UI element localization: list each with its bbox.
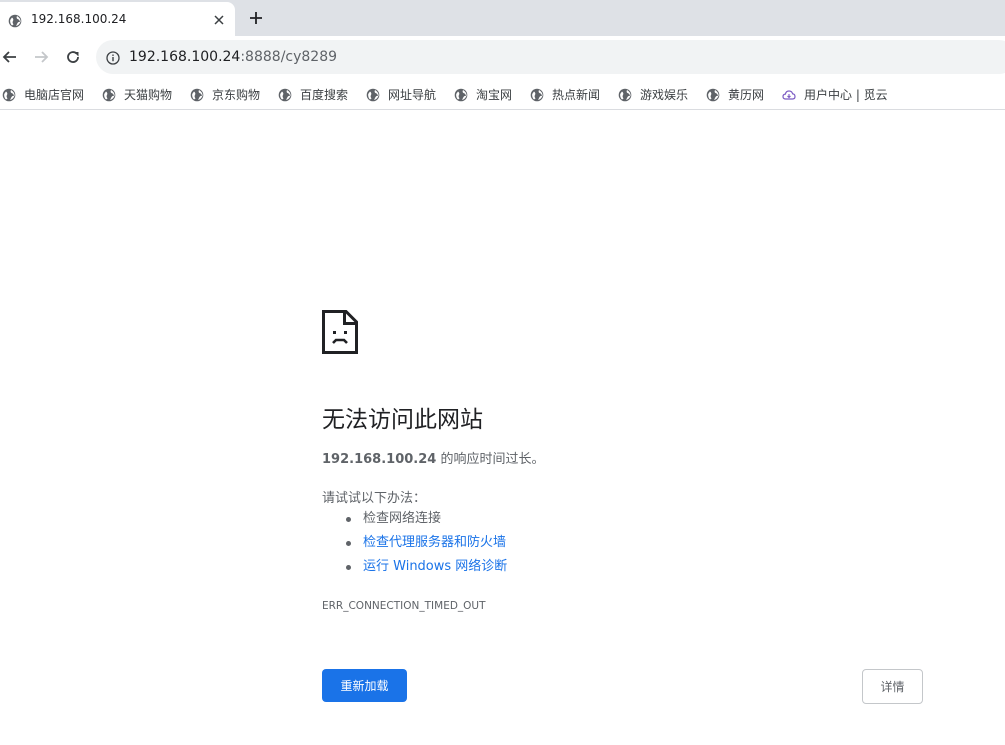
bookmark-label: 天猫购物 — [124, 87, 173, 102]
reload-icon[interactable] — [64, 48, 82, 66]
tab-strip: 192.168.100.24 — [0, 0, 1005, 36]
bookmark-item[interactable]: 京东购物 — [190, 85, 260, 103]
url-text: 192.168.100.24:8888/cy8289 — [129, 49, 337, 65]
globe-icon — [8, 13, 22, 32]
site-info-icon[interactable] — [106, 50, 120, 69]
suggestion-run-diagnostics-link[interactable]: 运行 Windows 网络诊断 — [342, 558, 507, 582]
bookmark-label: 淘宝网 — [476, 87, 513, 102]
close-tab-icon[interactable] — [212, 12, 226, 26]
bookmark-label: 游戏娱乐 — [640, 87, 689, 102]
bookmark-item[interactable]: 淘宝网 — [454, 85, 512, 103]
bookmark-label: 黄历网 — [728, 87, 765, 102]
bookmark-label: 热点新闻 — [552, 87, 601, 102]
url-host: 192.168.100.24 — [129, 49, 241, 65]
bookmark-label: 用户中心 | 觅云 — [804, 87, 888, 102]
back-icon[interactable] — [1, 48, 19, 66]
suggestions-intro: 请试试以下办法： — [322, 491, 427, 506]
bookmark-item[interactable]: 游戏娱乐 — [618, 85, 688, 103]
address-bar[interactable]: 192.168.100.24:8888/cy8289 — [96, 40, 1005, 74]
bookmark-item[interactable]: 热点新闻 — [530, 85, 600, 103]
toolbar: 192.168.100.24:8888/cy8289 — [0, 36, 1005, 78]
error-host: 192.168.100.24 — [322, 452, 437, 467]
globe-icon — [102, 87, 116, 102]
error-description: 192.168.100.24 的响应时间过长。 — [322, 448, 544, 467]
tab-active[interactable]: 192.168.100.24 — [0, 2, 235, 36]
bookmarks-bar: 电脑店官网 天猫购物 京东购物 百度搜索 网址导航 淘宝网 热点新闻 游戏娱乐 … — [0, 78, 1005, 110]
tab-title: 192.168.100.24 — [31, 12, 127, 26]
sad-page-icon — [322, 310, 358, 358]
bookmark-label: 电脑店官网 — [24, 87, 85, 102]
bookmark-item[interactable]: 网址导航 — [366, 85, 436, 103]
suggestion-check-proxy-link[interactable]: 检查代理服务器和防火墙 — [342, 534, 507, 558]
bookmark-item[interactable]: 百度搜索 — [278, 85, 348, 103]
globe-icon — [366, 87, 380, 102]
bookmark-item[interactable]: 天猫购物 — [102, 85, 172, 103]
globe-icon — [2, 87, 16, 102]
globe-icon — [706, 87, 720, 102]
error-desc-suffix: 的响应时间过长。 — [436, 452, 545, 467]
globe-icon — [454, 87, 468, 102]
bookmark-label: 百度搜索 — [300, 87, 349, 102]
cloud-icon — [782, 87, 796, 101]
bookmark-item[interactable]: 黄历网 — [706, 85, 764, 103]
new-tab-icon[interactable] — [247, 9, 265, 27]
globe-icon — [278, 87, 292, 102]
url-path: :8888/cy8289 — [240, 49, 338, 65]
suggestions-list: 检查网络连接 检查代理服务器和防火墙 运行 Windows 网络诊断 — [342, 510, 507, 582]
bookmark-label: 网址导航 — [388, 87, 437, 102]
bookmark-item[interactable]: 电脑店官网 — [2, 85, 84, 103]
bookmark-item[interactable]: 用户中心 | 觅云 — [782, 85, 888, 103]
forward-icon[interactable] — [32, 48, 50, 66]
globe-icon — [618, 87, 632, 102]
globe-icon — [530, 87, 544, 102]
details-button[interactable]: 详情 — [862, 669, 923, 704]
bookmark-label: 京东购物 — [212, 87, 261, 102]
globe-icon — [190, 87, 204, 102]
suggestion-check-network: 检查网络连接 — [342, 510, 507, 534]
reload-button[interactable]: 重新加载 — [322, 669, 407, 702]
error-title: 无法访问此网站 — [322, 407, 483, 433]
error-code: ERR_CONNECTION_TIMED_OUT — [322, 600, 486, 612]
